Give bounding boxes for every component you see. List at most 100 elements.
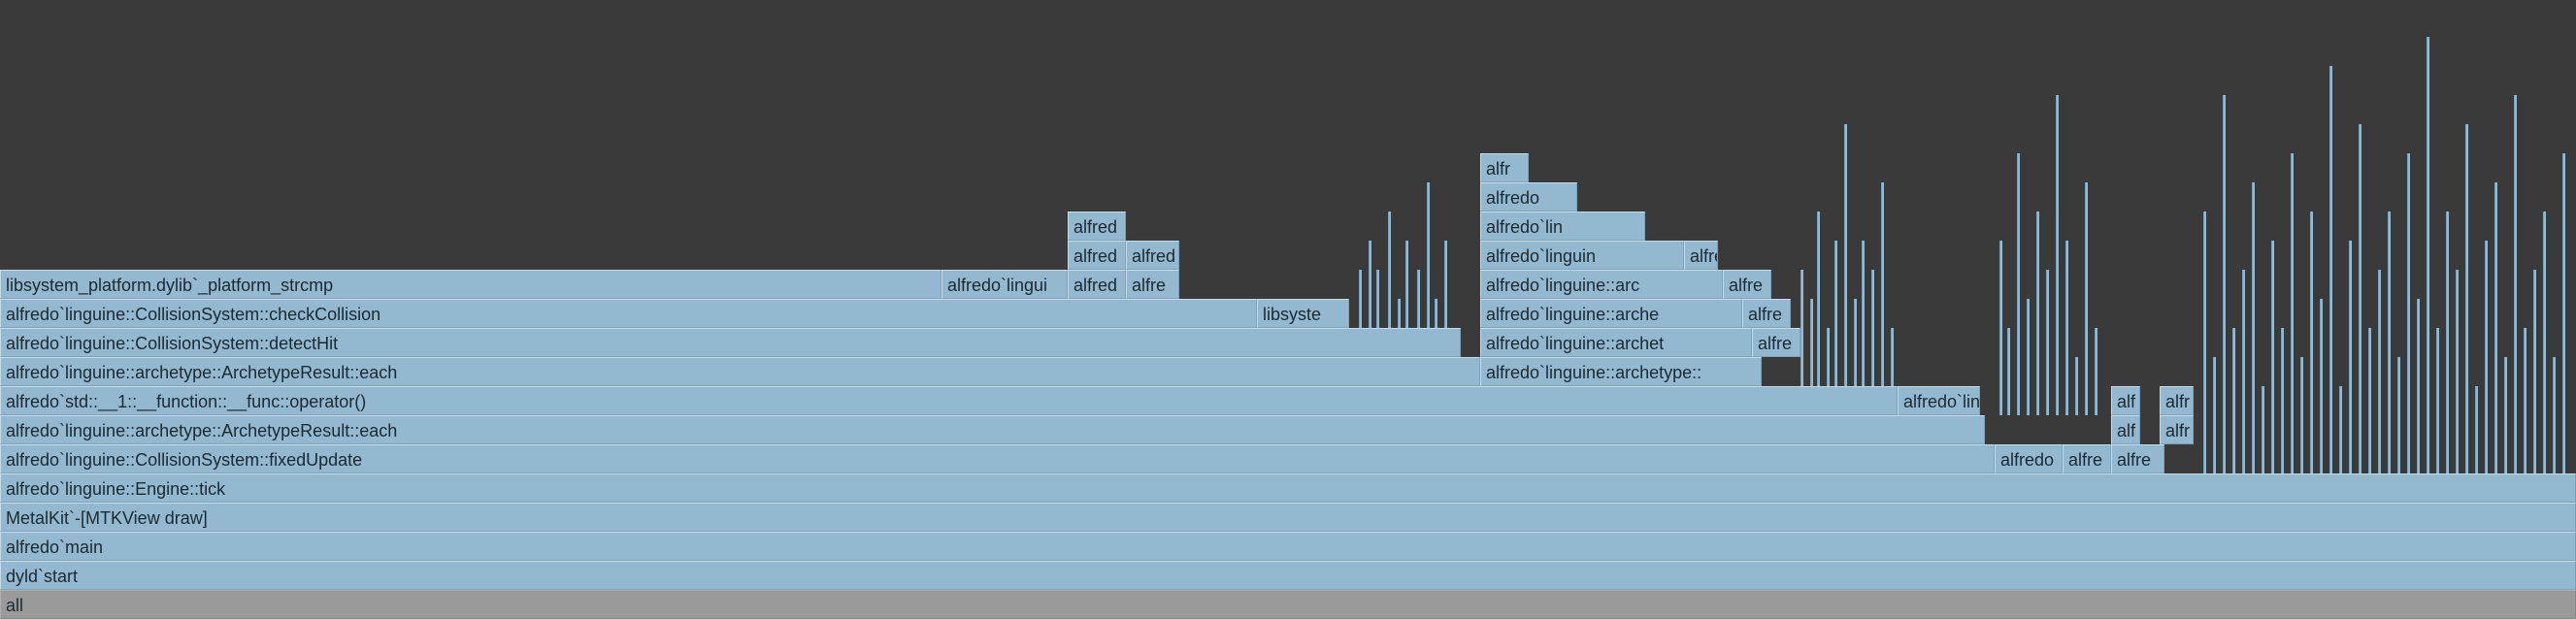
flame-frame-thin[interactable] [1417, 270, 1420, 299]
flame-frame-thin[interactable] [2300, 415, 2303, 444]
flame-frame-thin[interactable] [1827, 328, 1830, 357]
flame-frame-thin[interactable] [2359, 270, 2361, 299]
flame-frame-thin[interactable] [2456, 415, 2459, 444]
flame-frame-thin[interactable] [2310, 241, 2313, 270]
flame-frame-thin[interactable] [1854, 299, 1857, 328]
flame-frame-thin[interactable] [2562, 241, 2565, 270]
flame-frame-thin[interactable] [2427, 415, 2429, 444]
flame-frame-thin[interactable] [2271, 357, 2274, 386]
flame-frame-thin[interactable] [2085, 299, 2088, 328]
flame-frame-thin[interactable] [2427, 95, 2429, 124]
flame-frame-thin[interactable] [2027, 299, 2030, 328]
flame-frame-thin[interactable] [2514, 299, 2517, 328]
flame-frame-thin[interactable] [2320, 386, 2323, 415]
flame-frame-thin[interactable] [2514, 153, 2517, 182]
flame-frame-thin[interactable] [2349, 357, 2352, 386]
flame-frame-thin[interactable] [2407, 444, 2410, 473]
flame-frame-thin[interactable] [2056, 182, 2059, 212]
flame-frame-thin[interactable] [1891, 328, 1894, 357]
flame-frame-thin[interactable] [2310, 386, 2313, 415]
flame-frame-thin[interactable] [2407, 386, 2410, 415]
flame-frame-thin[interactable] [2252, 299, 2255, 328]
flame-frame-thin[interactable] [2446, 299, 2449, 328]
flame-frame-thin[interactable] [2388, 241, 2391, 270]
flame-frame-thin[interactable] [2056, 212, 2059, 241]
flame-frame-thin[interactable] [2465, 124, 2468, 153]
flame-frame-thin[interactable] [2465, 328, 2468, 357]
flame-frame[interactable]: alfredo`lin [1480, 212, 1645, 241]
flame-frame[interactable]: alfredo`linguine::arche [1480, 299, 1742, 328]
flame-frame-thin[interactable] [2456, 270, 2459, 299]
flame-frame-thin[interactable] [2329, 270, 2332, 299]
flame-frame-thin[interactable] [2223, 270, 2226, 299]
flame-frame-thin[interactable] [2427, 37, 2429, 66]
flame-frame-thin[interactable] [2427, 444, 2429, 473]
flame-frame-thin[interactable] [2213, 444, 2216, 473]
flame-frame-thin[interactable] [2562, 270, 2565, 299]
flame-frame-thin[interactable] [2223, 212, 2226, 241]
flame-frame-thin[interactable] [2065, 357, 2068, 386]
flame-frame-thin[interactable] [2359, 182, 2361, 212]
flame-frame-thin[interactable] [2378, 357, 2381, 386]
flame-frame-thin[interactable] [2514, 444, 2517, 473]
flame-frame-thin[interactable] [2027, 386, 2030, 415]
flame-frame-thin[interactable] [2223, 182, 2226, 212]
flame-frame-thin[interactable] [2242, 328, 2245, 357]
flame-frame-thin[interactable] [2407, 357, 2410, 386]
flame-frame-thin[interactable] [2271, 241, 2274, 270]
flame-frame-thin[interactable] [2514, 357, 2517, 386]
flame-frame-thin[interactable] [2397, 386, 2400, 415]
flame-frame-thin[interactable] [2562, 299, 2565, 328]
flame-frame[interactable]: alfred [1126, 241, 1179, 270]
flame-frame-thin[interactable] [2359, 444, 2361, 473]
flame-frame[interactable]: alfredo`linguine::Engine::tick [0, 473, 2576, 503]
flame-frame-thin[interactable] [2465, 270, 2468, 299]
flame-frame[interactable]: alfredo`linguin [1480, 241, 1684, 270]
flame-frame-thin[interactable] [2514, 241, 2517, 270]
flame-frame-thin[interactable] [2339, 386, 2342, 415]
flame-frame-thin[interactable] [2359, 328, 2361, 357]
flame-frame-thin[interactable] [1405, 270, 1408, 299]
flame-frame[interactable]: alfredo`linguine::archetype::Arch [1898, 386, 1980, 415]
flame-frame-thin[interactable] [2562, 444, 2565, 473]
flame-frame-thin[interactable] [2095, 386, 2097, 415]
flame-frame-thin[interactable] [1999, 357, 2002, 386]
flame-frame-thin[interactable] [1999, 270, 2002, 299]
flame-frame-thin[interactable] [2465, 212, 2468, 241]
flame-frame-thin[interactable] [2095, 328, 2097, 357]
flame-frame-thin[interactable] [2446, 270, 2449, 299]
flame-frame-thin[interactable] [1862, 357, 1865, 386]
flame-frame-thin[interactable] [2232, 357, 2235, 386]
flame-frame-thin[interactable] [2465, 386, 2468, 415]
flame-frame-thin[interactable] [2320, 415, 2323, 444]
flame-frame-thin[interactable] [2213, 386, 2216, 415]
flame-frame[interactable]: alfredo`linguine::arc [1480, 270, 1723, 299]
flame-frame-thin[interactable] [2553, 386, 2556, 415]
flame-frame-thin[interactable] [2456, 386, 2459, 415]
flame-frame-thin[interactable] [2494, 182, 2497, 212]
flame-frame-thin[interactable] [1881, 212, 1884, 241]
flame-frame-thin[interactable] [2329, 241, 2332, 270]
flame-frame-thin[interactable] [2388, 212, 2391, 241]
flame-frame-thin[interactable] [1444, 299, 1447, 328]
flame-frame-thin[interactable] [2203, 328, 2206, 357]
flame-frame-thin[interactable] [2533, 357, 2536, 386]
flame-frame-thin[interactable] [2543, 444, 2546, 473]
flame-frame-thin[interactable] [2036, 328, 2039, 357]
flame-frame-thin[interactable] [2281, 357, 2284, 386]
flame-frame-thin[interactable] [2359, 241, 2361, 270]
flame-frame-thin[interactable] [2427, 66, 2429, 95]
flame-frame-thin[interactable] [2213, 357, 2216, 386]
flame-frame[interactable]: alfredo [1480, 182, 1577, 212]
flame-frame-thin[interactable] [2085, 241, 2088, 270]
flame-frame-thin[interactable] [2485, 328, 2488, 357]
flame-frame-thin[interactable] [1881, 270, 1884, 299]
flame-frame[interactable]: alfredo`linguine::archetype:: [1480, 357, 1762, 386]
flame-frame-thin[interactable] [2456, 357, 2459, 386]
flame-frame-thin[interactable] [1417, 299, 1420, 328]
flame-frame-thin[interactable] [2407, 182, 2410, 212]
flame-frame-thin[interactable] [2514, 270, 2517, 299]
flame-frame-thin[interactable] [2465, 153, 2468, 182]
flame-frame-thin[interactable] [2203, 415, 2206, 444]
flame-frame[interactable]: alfre [1723, 270, 1771, 299]
